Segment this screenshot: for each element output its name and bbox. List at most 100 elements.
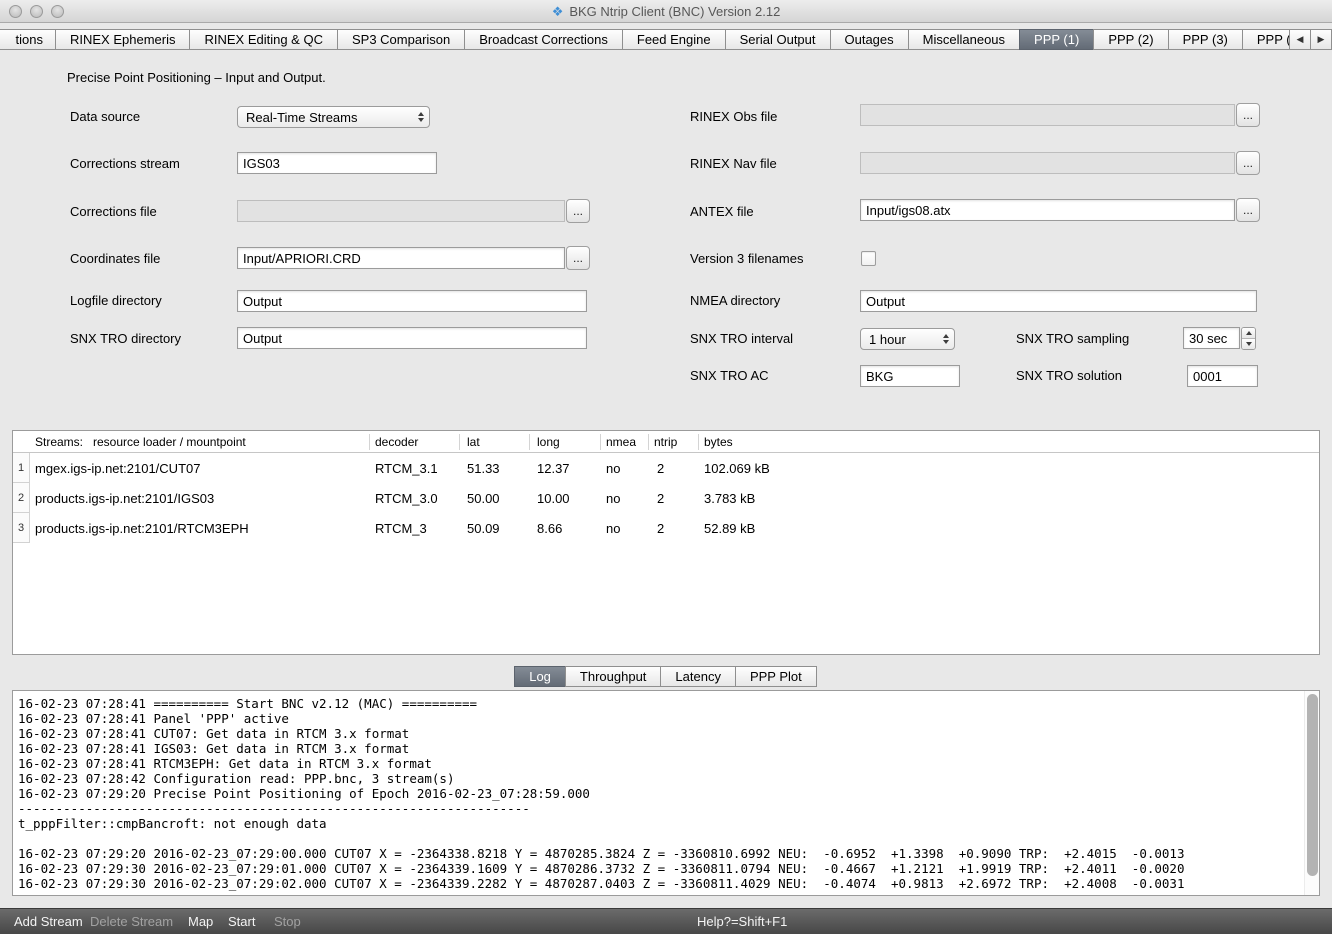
scrollbar-thumb[interactable] [1307, 694, 1318, 876]
tab-scroll-arrows: ◀ ▶ [1290, 29, 1332, 50]
popup-arrows-icon [943, 329, 949, 349]
stream-bytes: 102.069 kB [704, 461, 770, 476]
column-divider [648, 434, 649, 450]
tab-ppp-2[interactable]: PPP (2) [1093, 29, 1168, 50]
stream-nmea: no [606, 491, 620, 506]
tab-broadcast-corrections[interactable]: Broadcast Corrections [464, 29, 623, 50]
snx-tro-interval-label: SNX TRO interval [690, 331, 793, 346]
stream-lat: 51.33 [467, 461, 500, 476]
stream-long: 10.00 [537, 491, 570, 506]
version3-filenames-checkbox[interactable] [861, 251, 876, 266]
snx-tro-ac-input[interactable] [860, 365, 960, 387]
stream-row[interactable]: 2 products.igs-ip.net:2101/IGS03 RTCM_3.… [13, 483, 1319, 513]
stream-lat: 50.09 [467, 521, 500, 536]
corrections-stream-input[interactable] [237, 152, 437, 174]
log-text: 16-02-23 07:28:41 ========== Start BNC v… [18, 696, 1299, 891]
col-header-nmea[interactable]: nmea [606, 435, 636, 449]
col-header-bytes[interactable]: bytes [704, 435, 733, 449]
delete-stream-button[interactable]: Delete Stream [90, 909, 173, 934]
antex-file-label: ANTEX file [690, 204, 754, 219]
stepper-down-button[interactable] [1242, 338, 1255, 349]
tab-rinex-editing-qc[interactable]: RINEX Editing & QC [189, 29, 338, 50]
data-source-select[interactable]: Real-Time Streams [237, 106, 430, 128]
col-header-decoder[interactable]: decoder [375, 435, 418, 449]
snx-tro-solution-label: SNX TRO solution [1016, 368, 1122, 383]
stream-row[interactable]: 1 mgex.igs-ip.net:2101/CUT07 RTCM_3.1 51… [13, 453, 1319, 483]
snx-tro-interval-value: 1 hour [869, 332, 906, 347]
tab-partial[interactable]: tions [0, 29, 56, 50]
add-stream-button[interactable]: Add Stream [14, 909, 83, 934]
tab-throughput[interactable]: Throughput [565, 666, 662, 687]
logfile-directory-input[interactable] [237, 290, 587, 312]
stream-long: 12.37 [537, 461, 570, 476]
map-button[interactable]: Map [188, 909, 213, 934]
column-divider [600, 434, 601, 450]
rinex-obs-browse-button[interactable]: ... [1236, 103, 1260, 127]
col-header-long[interactable]: long [537, 435, 560, 449]
snx-tro-ac-label: SNX TRO AC [690, 368, 769, 383]
start-button[interactable]: Start [228, 909, 255, 934]
tab-outages[interactable]: Outages [830, 29, 909, 50]
tab-scroll-left-icon[interactable]: ◀ [1289, 29, 1311, 50]
snx-tro-sampling-stepper [1241, 327, 1256, 350]
tab-ppp-3[interactable]: PPP (3) [1168, 29, 1243, 50]
titlebar: ❖ BKG Ntrip Client (BNC) Version 2.12 [0, 0, 1332, 23]
col-header-mountpoint[interactable]: Streams: resource loader / mountpoint [35, 435, 246, 449]
snx-tro-solution-input[interactable] [1187, 365, 1258, 387]
nmea-directory-label: NMEA directory [690, 293, 780, 308]
stream-decoder: RTCM_3.1 [375, 461, 438, 476]
row-number: 2 [13, 483, 30, 513]
coordinates-file-browse-button[interactable]: ... [566, 246, 590, 270]
tab-rinex-ephemeris[interactable]: RINEX Ephemeris [55, 29, 190, 50]
col-header-ntrip[interactable]: ntrip [654, 435, 677, 449]
rinex-obs-file-input[interactable] [860, 104, 1235, 126]
tab-latency[interactable]: Latency [660, 666, 736, 687]
column-divider [369, 434, 370, 450]
stream-mountpoint: mgex.igs-ip.net:2101/CUT07 [35, 461, 200, 476]
tab-serial-output[interactable]: Serial Output [725, 29, 831, 50]
version3-filenames-label: Version 3 filenames [690, 251, 803, 266]
antex-browse-button[interactable]: ... [1236, 198, 1260, 222]
coordinates-file-label: Coordinates file [70, 251, 160, 266]
rinex-nav-browse-button[interactable]: ... [1236, 151, 1260, 175]
corrections-file-label: Corrections file [70, 204, 157, 219]
nmea-directory-input[interactable] [860, 290, 1257, 312]
stop-button[interactable]: Stop [274, 909, 301, 934]
rinex-nav-file-input[interactable] [860, 152, 1235, 174]
tab-ppp-plot[interactable]: PPP Plot [735, 666, 817, 687]
antex-file-input[interactable] [860, 199, 1235, 221]
stepper-up-button[interactable] [1242, 328, 1255, 338]
tab-miscellaneous[interactable]: Miscellaneous [908, 29, 1020, 50]
coordinates-file-input[interactable] [237, 247, 565, 269]
tab-feed-engine[interactable]: Feed Engine [622, 29, 726, 50]
stream-nmea: no [606, 521, 620, 536]
snx-tro-interval-select[interactable]: 1 hour [860, 328, 955, 350]
window-title-text: BKG Ntrip Client (BNC) Version 2.12 [569, 4, 780, 19]
statusbar: Add Stream Delete Stream Map Start Stop … [0, 908, 1332, 934]
streams-table-header: Streams: resource loader / mountpoint de… [13, 431, 1319, 453]
snx-tro-sampling-label: SNX TRO sampling [1016, 331, 1129, 346]
chevron-down-icon [1246, 342, 1252, 346]
tab-log[interactable]: Log [514, 666, 566, 687]
tab-sp3-comparison[interactable]: SP3 Comparison [337, 29, 465, 50]
stream-long: 8.66 [537, 521, 562, 536]
snx-tro-directory-input[interactable] [237, 327, 587, 349]
col-header-lat[interactable]: lat [467, 435, 480, 449]
corrections-file-input[interactable] [237, 200, 565, 222]
output-tabbar: Log Throughput Latency PPP Plot [0, 666, 1332, 687]
column-divider [529, 434, 530, 450]
streams-table: Streams: resource loader / mountpoint de… [12, 430, 1320, 655]
chevron-up-icon [1246, 331, 1252, 335]
logfile-directory-label: Logfile directory [70, 293, 162, 308]
snx-tro-sampling-input[interactable] [1183, 327, 1240, 349]
tab-ppp-1[interactable]: PPP (1) [1019, 29, 1094, 50]
column-divider [459, 434, 460, 450]
corrections-stream-label: Corrections stream [70, 156, 180, 171]
stream-row[interactable]: 3 products.igs-ip.net:2101/RTCM3EPH RTCM… [13, 513, 1319, 543]
log-panel: 16-02-23 07:28:41 ========== Start BNC v… [12, 690, 1320, 896]
app-icon: ❖ [552, 4, 564, 19]
stream-ntrip: 2 [657, 491, 664, 506]
corrections-file-browse-button[interactable]: ... [566, 199, 590, 223]
log-scrollbar[interactable] [1304, 691, 1319, 895]
tab-scroll-right-icon[interactable]: ▶ [1310, 29, 1332, 50]
